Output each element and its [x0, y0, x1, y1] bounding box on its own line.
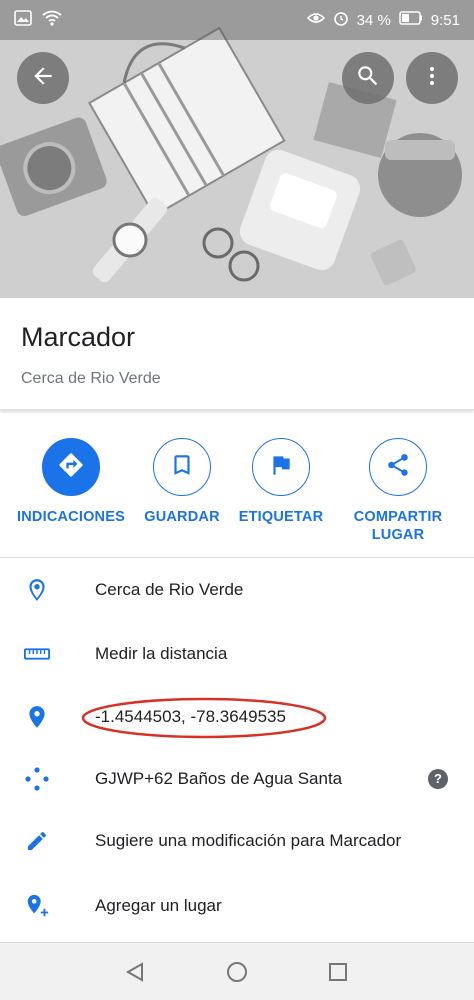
eye-icon	[306, 11, 325, 29]
header-illustration: 34 % 9:51	[0, 0, 474, 298]
search-button[interactable]	[342, 52, 394, 104]
help-icon[interactable]: ?	[428, 769, 448, 789]
suggest-edit-row[interactable]: Sugiere una modificación para Marcador	[0, 810, 474, 872]
place-subtitle: Cerca de Rio Verde	[21, 370, 161, 387]
plus-code-icon	[24, 766, 50, 792]
more-vert-icon	[420, 64, 444, 93]
add-place-text: Agregar un lugar	[95, 896, 222, 915]
shopping-illustration	[0, 0, 474, 298]
address-row[interactable]: Cerca de Rio Verde	[0, 559, 474, 621]
add-location-icon	[24, 893, 50, 919]
bookmark-icon	[169, 452, 195, 483]
share-circle	[369, 438, 427, 496]
pencil-icon	[24, 828, 50, 854]
address-text: Cerca de Rio Verde	[95, 580, 244, 599]
nav-recents-icon[interactable]	[327, 961, 349, 988]
action-buttons: INDICACIONES GUARDAR ETIQUETAR COMPARTIR…	[0, 430, 474, 558]
label-circle	[252, 438, 310, 496]
measure-distance-text: Medir la distancia	[95, 644, 228, 663]
label-label: ETIQUETAR	[238, 509, 324, 525]
share-label: COMPARTIR LUGAR	[353, 509, 443, 543]
battery-percent: 34 %	[356, 11, 391, 29]
directions-label: INDICACIONES	[17, 509, 125, 525]
more-options-button[interactable]	[406, 52, 458, 104]
share-icon	[385, 452, 411, 483]
search-icon	[355, 63, 381, 94]
nav-home-icon[interactable]	[226, 961, 248, 988]
back-button[interactable]	[17, 52, 69, 104]
location-pin-icon	[24, 704, 50, 730]
status-bar: 34 % 9:51	[0, 0, 474, 40]
plus-code-row[interactable]: GJWP+62 Baños de Agua Santa ?	[0, 748, 474, 810]
flag-icon	[268, 452, 294, 483]
image-icon	[14, 10, 32, 30]
label-button[interactable]: ETIQUETAR	[222, 438, 340, 526]
place-title: Marcador	[21, 322, 136, 352]
directions-icon	[57, 451, 85, 484]
add-place-row[interactable]: Agregar un lugar	[0, 875, 474, 937]
wifi-icon	[42, 10, 62, 30]
alarm-icon	[333, 10, 349, 30]
red-annotation-ellipse	[81, 697, 327, 739]
suggest-edit-text: Sugiere una modificación para Marcador	[95, 831, 402, 850]
directions-button[interactable]: INDICACIONES	[12, 438, 130, 526]
status-time: 9:51	[430, 11, 460, 29]
plus-code-text: GJWP+62 Baños de Agua Santa	[95, 769, 343, 788]
ruler-icon	[24, 641, 50, 667]
battery-icon	[399, 11, 423, 29]
nav-back-icon[interactable]	[124, 961, 146, 988]
system-navigation-bar	[0, 942, 474, 1000]
location-outline-icon	[24, 577, 50, 603]
save-circle	[153, 438, 211, 496]
measure-distance-row[interactable]: Medir la distancia	[0, 623, 474, 685]
directions-circle	[42, 438, 100, 496]
share-place-button[interactable]: COMPARTIR LUGAR	[339, 438, 457, 544]
arrow-back-icon	[30, 63, 56, 94]
place-title-card: Marcador Cerca de Rio Verde	[0, 298, 474, 410]
